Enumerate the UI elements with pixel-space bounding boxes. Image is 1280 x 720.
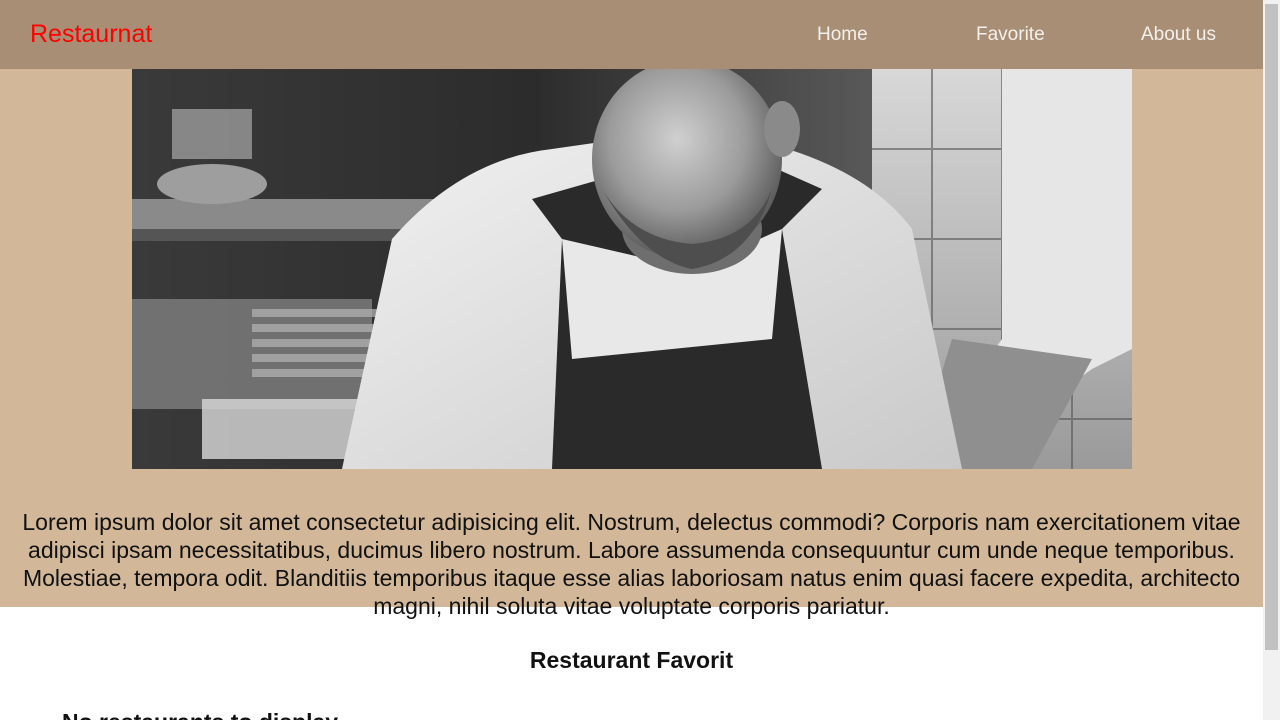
favorites-heading: Restaurant Favorit	[529, 647, 734, 674]
vertical-scrollbar[interactable]	[1263, 0, 1280, 720]
main-content: Restaurnat Home Favorite About us Lorem …	[0, 0, 1263, 720]
page: Restaurnat Home Favorite About us Lorem …	[0, 0, 1280, 720]
nav-link-about-us[interactable]: About us	[1141, 24, 1216, 46]
hero-description: Lorem ipsum dolor sit amet consectetur a…	[22, 509, 1241, 619]
scrollbar-thumb[interactable]	[1265, 4, 1278, 650]
hero-chef-image	[132, 69, 1132, 469]
nav-link-home[interactable]: Home	[817, 24, 868, 46]
hero-section: Lorem ipsum dolor sit amet consectetur a…	[0, 69, 1263, 619]
empty-state-message: No restaurants to display.	[62, 708, 343, 720]
navbar: Restaurnat Home Favorite About us	[0, 0, 1263, 69]
nav-link-favorite[interactable]: Favorite	[976, 24, 1045, 46]
brand-logo-link[interactable]: Restaurnat	[30, 19, 152, 49]
